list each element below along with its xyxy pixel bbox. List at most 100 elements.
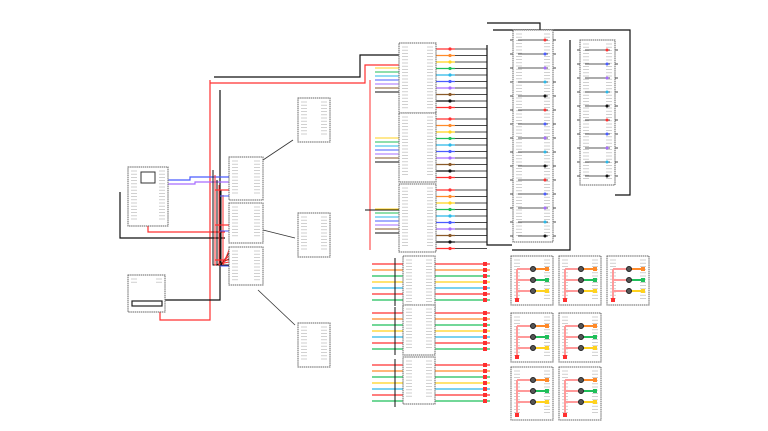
connector-icon bbox=[448, 130, 452, 134]
power-terminal-icon bbox=[515, 413, 519, 417]
connector-icon bbox=[448, 149, 452, 154]
relay-icon bbox=[543, 38, 547, 42]
driver-board-1 bbox=[297, 97, 331, 143]
led-icon bbox=[545, 389, 549, 393]
led-icon bbox=[641, 278, 645, 282]
lamp-icon bbox=[530, 388, 536, 394]
light-panel-3 bbox=[606, 255, 650, 306]
terminal-icon bbox=[483, 335, 487, 339]
led-icon bbox=[593, 289, 597, 293]
hub-board-1-outline bbox=[228, 156, 264, 201]
power-feed-wire bbox=[210, 64, 399, 84]
terminal-icon bbox=[483, 363, 487, 367]
connector-icon bbox=[448, 66, 452, 71]
connector-icon bbox=[448, 86, 452, 90]
relay-icon bbox=[543, 164, 547, 168]
led-icon bbox=[545, 289, 549, 293]
terminal-icon bbox=[483, 387, 487, 391]
hub-board-1 bbox=[228, 156, 264, 201]
power-terminal-icon bbox=[563, 413, 567, 417]
connector-icon bbox=[448, 47, 452, 51]
lamp-icon bbox=[626, 277, 632, 283]
terminal-icon bbox=[483, 347, 487, 351]
lamp-icon bbox=[626, 266, 632, 272]
relay-icon bbox=[543, 94, 547, 98]
led-icon bbox=[593, 335, 597, 339]
bottom-module-2 bbox=[402, 304, 436, 356]
bottom-module-3 bbox=[402, 356, 436, 405]
relay-icon bbox=[605, 132, 609, 136]
led-icon bbox=[593, 389, 597, 393]
lamp-icon bbox=[530, 334, 536, 340]
relay-icon bbox=[605, 76, 609, 80]
hub-board-3-outline bbox=[228, 246, 264, 286]
ground-trunk-wire bbox=[214, 54, 399, 78]
relay-icon bbox=[543, 108, 547, 112]
relay-icon bbox=[543, 192, 547, 196]
connector-icon bbox=[448, 175, 452, 180]
relay-icon bbox=[543, 52, 547, 56]
connector-icon bbox=[448, 136, 452, 141]
lamp-icon bbox=[530, 323, 536, 329]
connector-icon bbox=[448, 233, 452, 238]
connector-icon bbox=[448, 240, 452, 244]
lamp-icon bbox=[578, 277, 584, 283]
light-panel-2 bbox=[558, 255, 602, 306]
light-panel-1 bbox=[510, 255, 554, 306]
led-icon bbox=[545, 278, 549, 282]
terminal-icon bbox=[483, 262, 487, 266]
connector-icon bbox=[448, 207, 452, 212]
terminal-icon bbox=[483, 375, 487, 379]
terminal-icon bbox=[483, 268, 487, 272]
relay-icon bbox=[605, 146, 609, 150]
wiring-diagram bbox=[119, 22, 650, 421]
led-icon bbox=[545, 400, 549, 404]
connector-icon bbox=[448, 201, 452, 205]
arrow-line bbox=[262, 139, 294, 161]
terminal-icon bbox=[483, 274, 487, 278]
connector-icon bbox=[448, 53, 452, 58]
bottom-module-1-outline bbox=[402, 255, 436, 313]
hub-board-2 bbox=[228, 202, 264, 244]
connector-icon bbox=[448, 156, 452, 160]
power-terminal-icon bbox=[563, 298, 567, 302]
top-right-module-3 bbox=[398, 183, 437, 253]
led-icon bbox=[593, 400, 597, 404]
light-panel-4 bbox=[510, 312, 554, 363]
lamp-icon bbox=[626, 288, 632, 294]
relay-icon bbox=[543, 80, 547, 84]
led-icon bbox=[593, 324, 597, 328]
terminal-icon bbox=[483, 298, 487, 302]
connector-icon bbox=[448, 169, 452, 173]
led-icon bbox=[593, 267, 597, 271]
terminal-icon bbox=[483, 399, 487, 403]
right-ground-bus bbox=[486, 45, 512, 246]
connector-icon bbox=[448, 162, 452, 167]
terminal-strip bbox=[131, 300, 163, 307]
power-terminal-icon bbox=[563, 355, 567, 359]
relay-column-1 bbox=[512, 29, 554, 243]
right-top-wire bbox=[487, 22, 541, 30]
connector-icon bbox=[448, 194, 452, 199]
relay-icon bbox=[543, 150, 547, 154]
connector-icon bbox=[448, 117, 452, 121]
lamp-icon bbox=[578, 266, 584, 272]
terminal-icon bbox=[483, 286, 487, 290]
lamp-icon bbox=[578, 388, 584, 394]
driver-board-2-outline bbox=[297, 212, 331, 258]
led-icon bbox=[593, 278, 597, 282]
terminal-icon bbox=[483, 311, 487, 315]
connector-icon bbox=[448, 79, 452, 84]
lamp-icon bbox=[578, 345, 584, 351]
power-terminal-icon bbox=[611, 298, 615, 302]
terminal-icon bbox=[483, 317, 487, 321]
controller-chip bbox=[140, 171, 156, 184]
relay-icon bbox=[605, 174, 609, 178]
connector-icon bbox=[448, 220, 452, 225]
led-icon bbox=[641, 289, 645, 293]
connector-icon bbox=[448, 188, 452, 192]
lamp-icon bbox=[530, 277, 536, 283]
lamp-icon bbox=[530, 399, 536, 405]
lamp-icon bbox=[578, 334, 584, 340]
relay-icon bbox=[543, 122, 547, 126]
